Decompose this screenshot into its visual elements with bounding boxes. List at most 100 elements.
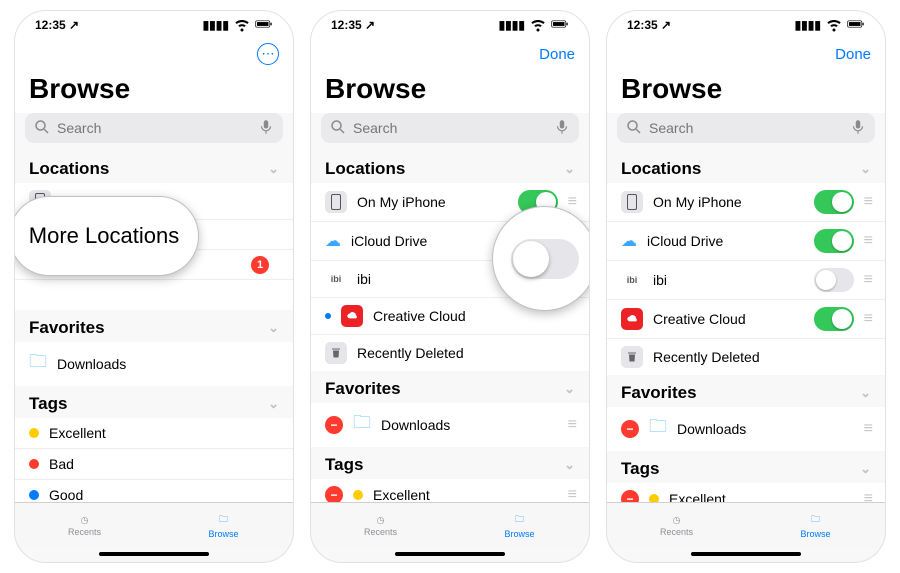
phone-screen-3: 12:35 ↗ ▮▮▮▮ Done Browse Locations⌄ On M… (606, 10, 886, 563)
tab-browse[interactable]: 🗀Browse (746, 503, 885, 548)
reorder-handle-icon[interactable]: ≡ (864, 420, 871, 438)
chevron-down-icon: ⌄ (860, 461, 871, 477)
tab-recents[interactable]: ◷Recents (311, 503, 450, 548)
nav-bar: ⋯ (15, 39, 293, 69)
reorder-handle-icon[interactable]: ≡ (864, 490, 871, 502)
reorder-handle-icon[interactable]: ≡ (864, 193, 871, 211)
home-indicator[interactable] (99, 552, 209, 556)
wifi-icon (529, 15, 547, 36)
folder-icon: 🗀 (515, 512, 524, 528)
favorite-downloads[interactable]: 🗀 Downloads (15, 342, 293, 386)
tab-browse[interactable]: 🗀 Browse (154, 503, 293, 548)
notification-badge: 1 (251, 256, 269, 274)
location-recently-deleted[interactable]: Recently Deleted (607, 339, 885, 375)
phone-screen-1: 12:35 ↗ ▮▮▮▮ ⋯ Browse Locations⌄ (14, 10, 294, 563)
search-field[interactable] (25, 113, 283, 143)
clock-icon: ◷ (673, 515, 681, 526)
home-indicator[interactable] (395, 552, 505, 556)
remove-icon[interactable]: − (325, 416, 343, 434)
reorder-handle-icon[interactable]: ≡ (864, 271, 871, 289)
locations-header[interactable]: Locations⌄ (607, 151, 885, 183)
iphone-icon (621, 191, 643, 213)
tag-good[interactable]: Good (15, 480, 293, 502)
reorder-handle-icon[interactable]: ≡ (864, 310, 871, 328)
tab-browse[interactable]: 🗀Browse (450, 503, 589, 548)
tag-bad[interactable]: Bad (15, 449, 293, 480)
tab-bar: ◷Recents 🗀Browse (607, 502, 885, 548)
location-recently-deleted[interactable]: Recently Deleted (311, 335, 589, 371)
favorite-downloads[interactable]: − 🗀 Downloads ≡ (607, 407, 885, 451)
tags-header[interactable]: Tags⌄ (607, 451, 885, 483)
tag-dot-icon (29, 490, 39, 500)
creative-cloud-icon (341, 305, 363, 327)
reorder-handle-icon[interactable]: ≡ (568, 193, 575, 211)
magnifier-toggle-off (492, 206, 590, 311)
tag-excellent[interactable]: −Excellent≡ (607, 483, 885, 502)
tab-bar: ◷ Recents 🗀 Browse (15, 502, 293, 548)
phone-screen-2: 12:35 ↗ ▮▮▮▮ Done Browse Locations⌄ On M… (310, 10, 590, 563)
location-creative-cloud[interactable]: Creative Cloud ≡ (607, 300, 885, 339)
battery-icon (255, 15, 273, 36)
remove-icon[interactable]: − (621, 490, 639, 502)
dictate-icon[interactable] (257, 118, 275, 139)
remove-icon[interactable]: − (325, 486, 343, 502)
toggle-creative-cloud[interactable] (814, 307, 854, 331)
reorder-handle-icon[interactable]: ≡ (568, 416, 575, 434)
wifi-icon (233, 15, 251, 36)
home-indicator[interactable] (691, 552, 801, 556)
toggle-ibi[interactable] (814, 268, 854, 292)
signal-icon: ▮▮▮▮ (203, 18, 229, 32)
toggle-ibi-magnified[interactable] (511, 239, 579, 279)
tag-dot-icon (29, 428, 39, 438)
new-indicator-dot (325, 313, 331, 319)
location-ibi[interactable]: ibi ibi ≡ (607, 261, 885, 300)
search-input[interactable] (649, 120, 843, 136)
tags-header[interactable]: Tags⌄ (15, 386, 293, 418)
search-icon (329, 118, 347, 139)
creative-cloud-icon (621, 308, 643, 330)
chevron-down-icon: ⌄ (564, 457, 575, 473)
location-icloud[interactable]: ☁ iCloud Drive ≡ (607, 222, 885, 261)
tab-recents[interactable]: ◷ Recents (15, 503, 154, 548)
locations-header[interactable]: Locations⌄ (15, 151, 293, 183)
dictate-icon[interactable] (553, 118, 571, 139)
toggle-on-my-iphone[interactable] (814, 190, 854, 214)
tab-recents[interactable]: ◷Recents (607, 503, 746, 548)
search-input[interactable] (57, 120, 251, 136)
tag-excellent[interactable]: −Excellent≡ (311, 479, 589, 502)
location-arrow-icon: ↗ (661, 18, 671, 32)
tab-bar: ◷Recents 🗀Browse (311, 502, 589, 548)
favorite-downloads[interactable]: − 🗀 Downloads ≡ (311, 403, 589, 447)
location-on-my-iphone[interactable]: On My iPhone ≡ (607, 183, 885, 222)
chevron-down-icon: ⌄ (268, 396, 279, 412)
folder-icon: 🗀 (219, 512, 228, 528)
folder-icon: 🗀 (811, 512, 820, 528)
search-field[interactable] (321, 113, 579, 143)
page-title: Browse (15, 69, 293, 113)
dictate-icon[interactable] (849, 118, 867, 139)
search-input[interactable] (353, 120, 547, 136)
toggle-icloud[interactable] (814, 229, 854, 253)
locations-header[interactable]: Locations⌄ (311, 151, 589, 183)
search-field[interactable] (617, 113, 875, 143)
more-menu-button[interactable]: ⋯ (257, 43, 279, 65)
reorder-handle-icon[interactable]: ≡ (568, 486, 575, 502)
tag-dot-icon (353, 490, 363, 500)
cloud-icon: ☁ (621, 231, 637, 251)
tags-header[interactable]: Tags⌄ (311, 447, 589, 479)
favorites-header[interactable]: Favorites⌄ (311, 371, 589, 403)
tag-excellent[interactable]: Excellent (15, 418, 293, 449)
location-arrow-icon: ↗ (365, 18, 375, 32)
reorder-handle-icon[interactable]: ≡ (864, 232, 871, 250)
done-button[interactable]: Done (539, 46, 575, 63)
chevron-down-icon: ⌄ (860, 161, 871, 177)
done-button[interactable]: Done (835, 46, 871, 63)
wifi-icon (825, 15, 843, 36)
favorites-header[interactable]: Favorites⌄ (607, 375, 885, 407)
iphone-icon (325, 191, 347, 213)
favorites-header[interactable]: Favorites⌄ (15, 310, 293, 342)
status-bar: 12:35 ↗ ▮▮▮▮ (607, 11, 885, 39)
battery-icon (551, 15, 569, 36)
remove-icon[interactable]: − (621, 420, 639, 438)
battery-icon (847, 15, 865, 36)
